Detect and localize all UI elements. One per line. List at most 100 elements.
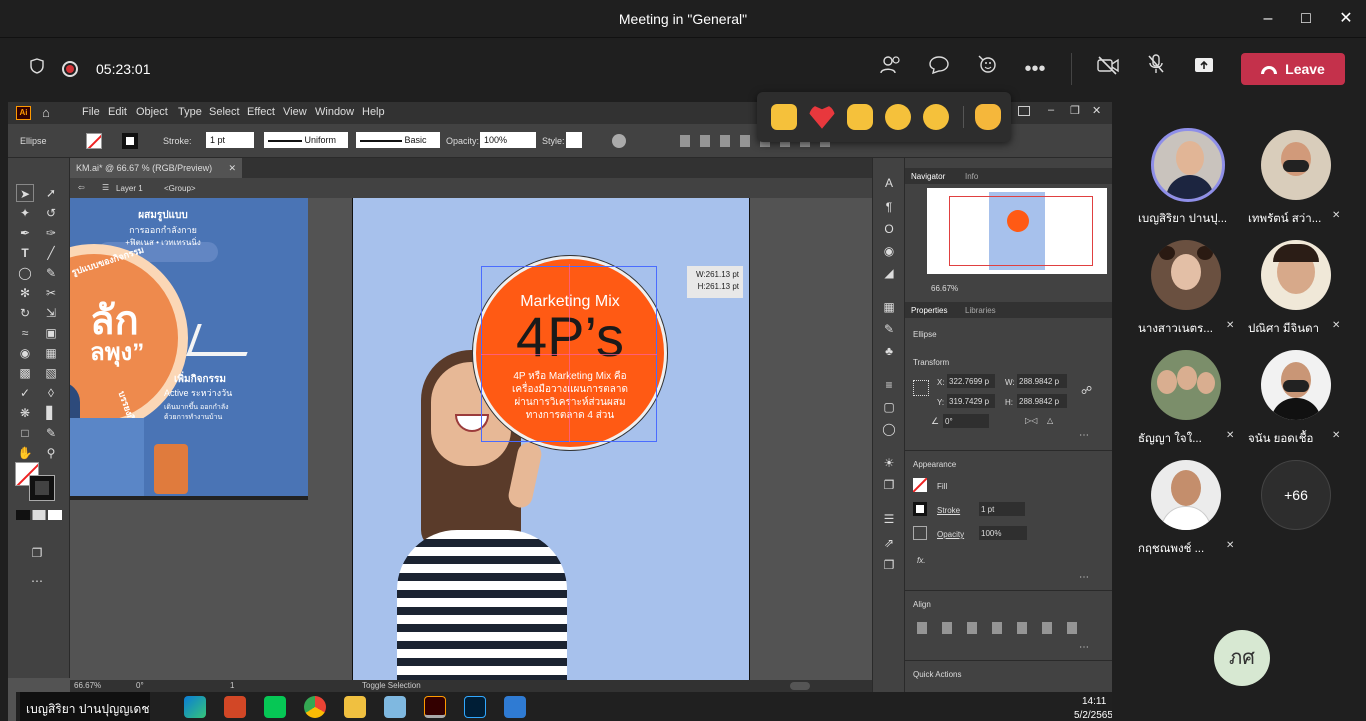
raise-hand-icon[interactable]	[975, 104, 1001, 130]
artboards-panel-icon[interactable]: ❐	[880, 556, 898, 574]
breadcrumb-group[interactable]: <Group>	[164, 184, 196, 193]
status-zoom[interactable]: 66.67%	[74, 681, 101, 690]
gradient-panel-icon[interactable]: ▢	[880, 398, 898, 416]
close-button[interactable]: ✕	[1326, 6, 1366, 32]
appearance-fill-label[interactable]: Fill	[937, 482, 947, 491]
symbols-panel-icon[interactable]: ♣	[880, 342, 898, 360]
free-transform-tool-icon[interactable]: ▣	[42, 324, 60, 342]
line-tool-icon[interactable]: ╱	[42, 244, 60, 262]
like-reaction-icon[interactable]	[771, 104, 797, 130]
applause-reaction-icon[interactable]	[847, 104, 873, 130]
appearance-panel-icon[interactable]: ☀	[880, 454, 898, 472]
x-input[interactable]: 322.7699 p	[947, 374, 995, 388]
horizontal-scrollbar[interactable]	[790, 682, 810, 690]
appearance-more-icon[interactable]: ⋯	[1079, 572, 1089, 583]
edge-icon[interactable]	[184, 696, 206, 718]
navigator-view-box[interactable]	[949, 196, 1093, 266]
eyedropper-tool-icon[interactable]: ✓	[16, 384, 34, 402]
color-mode-buttons[interactable]	[16, 510, 62, 520]
width-tool-icon[interactable]: ≈	[16, 324, 34, 342]
scale-tool-icon[interactable]: ⇲	[42, 304, 60, 322]
graphic-styles-panel-icon[interactable]: ❐	[880, 476, 898, 494]
blend-tool-icon[interactable]: ◊	[42, 384, 60, 402]
heart-reaction-icon[interactable]	[809, 105, 835, 129]
artboard-tool-icon[interactable]: □	[16, 424, 34, 442]
avatar[interactable]	[1151, 350, 1221, 420]
paragraph-panel-icon[interactable]: ¶	[880, 198, 898, 216]
menu-help[interactable]: Help	[362, 106, 385, 118]
avatar[interactable]	[1261, 130, 1331, 200]
scissors-tool-icon[interactable]: ✂	[42, 284, 60, 302]
maximize-button[interactable]: □	[1286, 6, 1326, 32]
powerpoint-icon[interactable]	[224, 696, 246, 718]
type-tool-icon[interactable]: T	[16, 244, 34, 262]
curvature-tool-icon[interactable]: ✑	[42, 224, 60, 242]
menu-type[interactable]: Type	[178, 106, 202, 118]
constrain-link-icon[interactable]: ☍	[1081, 384, 1092, 397]
transparency-panel-icon[interactable]: ◯	[880, 420, 898, 438]
tab-properties[interactable]: Properties	[911, 306, 947, 315]
navigator-zoom[interactable]: 66.67%	[931, 284, 958, 293]
stroke-panel-icon[interactable]: ≡	[880, 376, 898, 394]
screen-mode-icon[interactable]: ❐	[28, 544, 46, 562]
menu-select[interactable]: Select	[209, 106, 240, 118]
navigator-preview[interactable]	[927, 188, 1107, 274]
style-swatch[interactable]	[566, 132, 582, 148]
line-app-icon[interactable]	[264, 696, 286, 718]
menu-view[interactable]: View	[283, 106, 307, 118]
align-buttons[interactable]	[917, 622, 1087, 634]
fill-swatch[interactable]	[86, 133, 102, 149]
breadcrumb-layer[interactable]: Layer 1	[116, 184, 143, 193]
menu-object[interactable]: Object	[136, 106, 168, 118]
notes-app-icon[interactable]	[384, 696, 406, 718]
color-panel-icon[interactable]: ◉	[880, 242, 898, 260]
chat-icon[interactable]	[923, 53, 955, 85]
ai-minimize-button[interactable]: –	[1048, 104, 1054, 116]
menu-window[interactable]: Window	[315, 106, 354, 118]
document-tab[interactable]: KM.ai* @ 66.67 % (RGB/Preview) ✕	[70, 158, 242, 178]
align-more-icon[interactable]: ⋯	[1079, 642, 1089, 653]
direct-selection-tool-icon[interactable]: ➚	[42, 184, 60, 202]
stroke-color-swatch[interactable]	[29, 475, 55, 501]
shield-icon[interactable]	[21, 53, 53, 85]
shape-builder-tool-icon[interactable]: ◉	[16, 344, 34, 362]
character-panel-icon[interactable]: A	[880, 174, 898, 192]
recolor-icon[interactable]	[612, 134, 626, 148]
menu-file[interactable]: File	[82, 106, 100, 118]
file-explorer-icon[interactable]	[344, 696, 366, 718]
minimize-button[interactable]: –	[1248, 6, 1288, 32]
stroke-swatch[interactable]	[122, 133, 138, 149]
opacity-input[interactable]: 100%	[480, 132, 536, 148]
slice-tool-icon[interactable]: ✎	[42, 424, 60, 442]
ai-close-button[interactable]: ✕	[1092, 104, 1101, 117]
camera-off-icon[interactable]	[1092, 53, 1124, 85]
flip-vertical-icon[interactable]: △	[1047, 416, 1053, 425]
angle-input[interactable]: 0°	[943, 414, 989, 428]
opentype-panel-icon[interactable]: O	[880, 220, 898, 238]
tab-navigator[interactable]: Navigator	[911, 172, 945, 181]
fx-button[interactable]: fx.	[917, 556, 925, 565]
w-input[interactable]: 288.9842 p	[1017, 374, 1067, 388]
selection-tool-icon[interactable]: ➤	[16, 184, 34, 202]
ai-restore-button[interactable]: ❐	[1070, 104, 1080, 117]
variable-width-select[interactable]: Uniform	[264, 132, 348, 148]
avatar[interactable]	[1151, 460, 1221, 530]
layers-panel-icon[interactable]: ☰	[880, 510, 898, 528]
status-angle[interactable]: 0°	[136, 681, 144, 690]
avatar[interactable]	[1261, 240, 1331, 310]
appearance-fill-swatch[interactable]	[913, 478, 927, 492]
surprised-reaction-icon[interactable]	[923, 104, 949, 130]
arrange-icon[interactable]	[1018, 106, 1030, 116]
self-avatar[interactable]: ภศ	[1214, 630, 1270, 686]
symbol-sprayer-tool-icon[interactable]: ❋	[16, 404, 34, 422]
mic-off-icon[interactable]	[1140, 53, 1172, 85]
status-artboard-number[interactable]: 1	[230, 681, 234, 690]
shaper-tool-icon[interactable]: ✻	[16, 284, 34, 302]
more-participants-button[interactable]: +66	[1261, 460, 1331, 530]
mesh-tool-icon[interactable]: ▩	[16, 364, 34, 382]
transform-more-icon[interactable]: ⋯	[1079, 430, 1089, 441]
more-tools-icon[interactable]: ⋯	[28, 572, 46, 590]
canvas[interactable]: ผสมรูปแบบ การออกกำลังกาย +ฟิตเนส • เวทเท…	[70, 198, 880, 680]
graph-tool-icon[interactable]: ▋	[42, 404, 60, 422]
appearance-stroke-label[interactable]: Stroke	[937, 506, 960, 515]
